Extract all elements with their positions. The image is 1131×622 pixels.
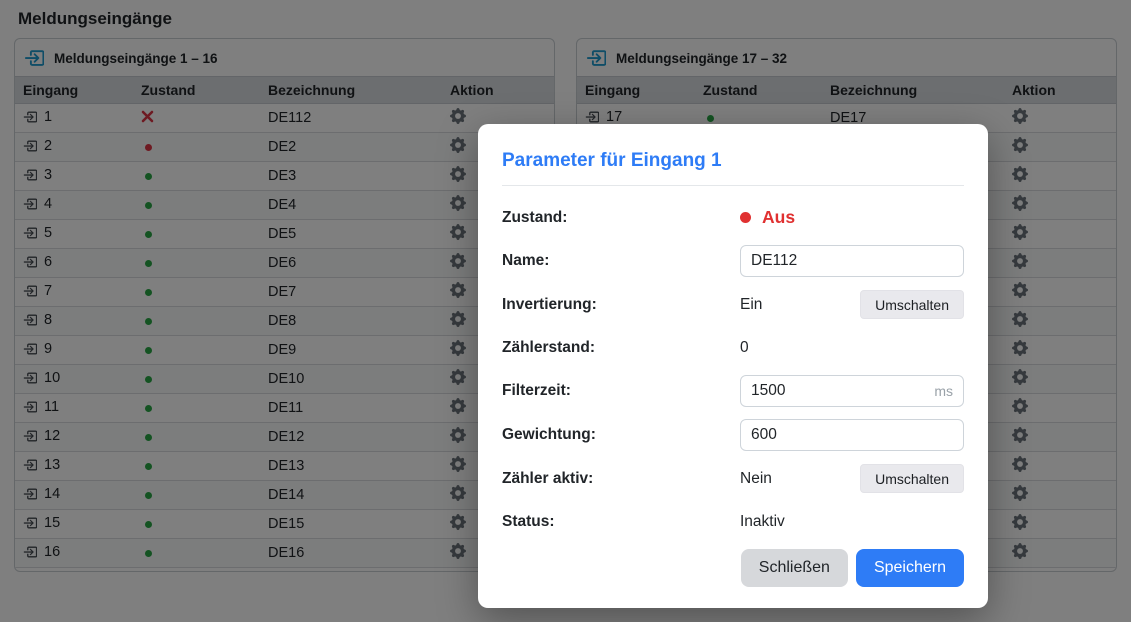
field-label: Filterzeit: — [502, 382, 740, 400]
zaehler-aktiv-toggle-button[interactable]: Umschalten — [860, 464, 964, 493]
field-value: ms — [740, 375, 964, 407]
text-value: 0 — [740, 339, 749, 357]
toggle-value: Nein — [740, 470, 772, 488]
field-label: Zustand: — [502, 209, 740, 227]
modal-fields: Zustand: Aus Name: Invertierung:Ein Umschalt… — [502, 202, 964, 549]
field-label: Gewichtung: — [502, 426, 740, 444]
modal-title: Parameter für Eingang 1 — [502, 150, 964, 172]
field-row-invertierung: Invertierung:Ein Umschalten — [502, 289, 964, 320]
save-button[interactable]: Speichern — [856, 549, 964, 587]
field-label: Zähler aktiv: — [502, 470, 740, 488]
close-button[interactable]: Schließen — [741, 549, 848, 587]
field-row-name: Name: — [502, 245, 964, 277]
field-label: Zählerstand: — [502, 339, 740, 357]
field-value — [740, 245, 964, 277]
text-value: Inaktiv — [740, 513, 785, 531]
field-label: Name: — [502, 252, 740, 270]
field-row-filterzeit: Filterzeit: ms — [502, 375, 964, 407]
field-value: Nein Umschalten — [740, 464, 964, 493]
field-row-zaehler-aktiv: Zähler aktiv:Nein Umschalten — [502, 463, 964, 494]
field-value: Inaktiv — [740, 513, 964, 531]
field-label: Status: — [502, 513, 740, 531]
state-value: Aus — [762, 207, 795, 228]
unit-suffix: ms — [934, 383, 953, 399]
field-value: 0 — [740, 339, 964, 357]
field-row-zaehlerstand: Zählerstand:0 — [502, 332, 964, 363]
field-value: Ein Umschalten — [740, 290, 964, 319]
modal-footer: Schließen Speichern — [502, 549, 964, 587]
gewichtung-input[interactable] — [740, 419, 964, 451]
field-label: Invertierung: — [502, 296, 740, 314]
state-off-dot — [740, 212, 751, 223]
divider — [502, 185, 964, 186]
parameter-dialog: Parameter für Eingang 1 Zustand: Aus Name:… — [478, 124, 988, 608]
invertierung-toggle-button[interactable]: Umschalten — [860, 290, 964, 319]
field-row-status: Status:Inaktiv — [502, 506, 964, 537]
field-row-zustand: Zustand: Aus — [502, 202, 964, 233]
name-input[interactable] — [740, 245, 964, 277]
field-value: Aus — [740, 207, 964, 228]
field-value — [740, 419, 964, 451]
field-row-gewichtung: Gewichtung: — [502, 419, 964, 451]
filterzeit-input[interactable] — [740, 375, 964, 407]
toggle-value: Ein — [740, 296, 762, 314]
